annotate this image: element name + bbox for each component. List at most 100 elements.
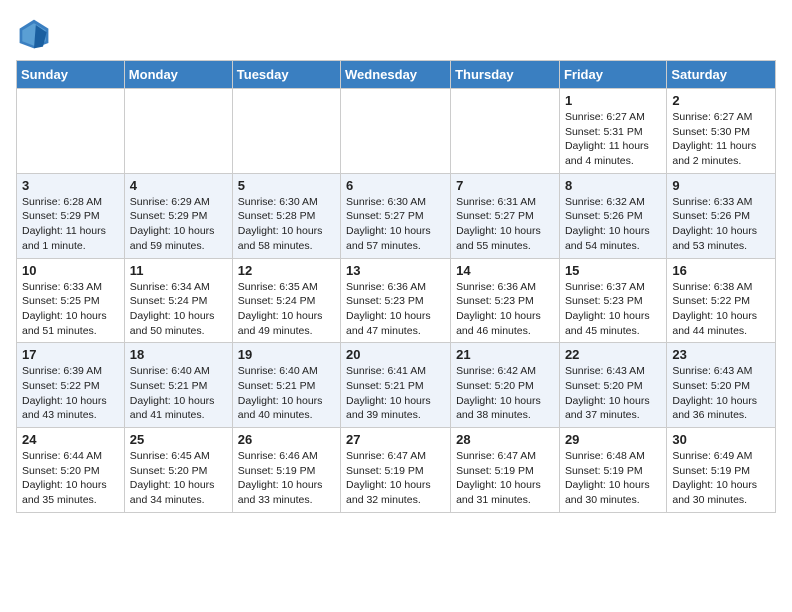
day-info: Sunrise: 6:47 AM Sunset: 5:19 PM Dayligh… bbox=[456, 449, 554, 508]
weekday-header-friday: Friday bbox=[559, 61, 666, 89]
day-number: 30 bbox=[672, 432, 770, 447]
day-info: Sunrise: 6:33 AM Sunset: 5:25 PM Dayligh… bbox=[22, 280, 119, 339]
calendar-cell: 23 Sunrise: 6:43 AM Sunset: 5:20 PM Dayli… bbox=[667, 343, 776, 428]
day-number: 29 bbox=[565, 432, 661, 447]
day-number: 26 bbox=[238, 432, 335, 447]
day-number: 27 bbox=[346, 432, 445, 447]
day-info: Sunrise: 6:30 AM Sunset: 5:28 PM Dayligh… bbox=[238, 195, 335, 254]
day-info: Sunrise: 6:49 AM Sunset: 5:19 PM Dayligh… bbox=[672, 449, 770, 508]
day-info: Sunrise: 6:29 AM Sunset: 5:29 PM Dayligh… bbox=[130, 195, 227, 254]
logo-icon bbox=[16, 16, 52, 52]
day-info: Sunrise: 6:32 AM Sunset: 5:26 PM Dayligh… bbox=[565, 195, 661, 254]
calendar-cell: 25Sunrise: 6:45 AM Sunset: 5:20 PM Dayli… bbox=[124, 428, 232, 513]
day-info: Sunrise: 6:47 AM Sunset: 5:19 PM Dayligh… bbox=[346, 449, 445, 508]
day-info: Sunrise: 6:37 AM Sunset: 5:23 PM Dayligh… bbox=[565, 280, 661, 339]
weekday-header-monday: Monday bbox=[124, 61, 232, 89]
day-info: Sunrise: 6:42 AM Sunset: 5:20 PM Dayligh… bbox=[456, 364, 554, 423]
day-number: 1 bbox=[565, 93, 661, 108]
day-number: 28 bbox=[456, 432, 554, 447]
day-info: Sunrise: 6:38 AM Sunset: 5:22 PM Dayligh… bbox=[672, 280, 770, 339]
day-info: Sunrise: 6:27 AM Sunset: 5:30 PM Dayligh… bbox=[672, 110, 770, 169]
calendar-cell: 17 Sunrise: 6:39 AM Sunset: 5:22 PM Dayli… bbox=[17, 343, 125, 428]
calendar-cell: 3 Sunrise: 6:28 AM Sunset: 5:29 PM Daylig… bbox=[17, 173, 125, 258]
day-number: 6 bbox=[346, 178, 445, 193]
calendar-cell bbox=[124, 89, 232, 174]
day-info: Sunrise: 6:45 AM Sunset: 5:20 PM Dayligh… bbox=[130, 449, 227, 508]
calendar-cell bbox=[232, 89, 340, 174]
day-number: 14 bbox=[456, 263, 554, 278]
day-number: 13 bbox=[346, 263, 445, 278]
calendar-cell: 29Sunrise: 6:48 AM Sunset: 5:19 PM Dayli… bbox=[559, 428, 666, 513]
calendar-cell: 12 Sunrise: 6:35 AM Sunset: 5:24 PM Dayli… bbox=[232, 258, 340, 343]
calendar-cell: 19Sunrise: 6:40 AM Sunset: 5:21 PM Dayli… bbox=[232, 343, 340, 428]
day-number: 10 bbox=[22, 263, 119, 278]
day-number: 24 bbox=[22, 432, 119, 447]
day-info: Sunrise: 6:35 AM Sunset: 5:24 PM Dayligh… bbox=[238, 280, 335, 339]
calendar-cell: 14 Sunrise: 6:36 AM Sunset: 5:23 PM Dayli… bbox=[451, 258, 560, 343]
day-info: Sunrise: 6:27 AM Sunset: 5:31 PM Dayligh… bbox=[565, 110, 661, 169]
day-info: Sunrise: 6:46 AM Sunset: 5:19 PM Dayligh… bbox=[238, 449, 335, 508]
calendar-cell: 11 Sunrise: 6:34 AM Sunset: 5:24 PM Dayli… bbox=[124, 258, 232, 343]
day-info: Sunrise: 6:31 AM Sunset: 5:27 PM Dayligh… bbox=[456, 195, 554, 254]
day-number: 5 bbox=[238, 178, 335, 193]
day-info: Sunrise: 6:44 AM Sunset: 5:20 PM Dayligh… bbox=[22, 449, 119, 508]
day-info: Sunrise: 6:36 AM Sunset: 5:23 PM Dayligh… bbox=[346, 280, 445, 339]
day-info: Sunrise: 6:36 AM Sunset: 5:23 PM Dayligh… bbox=[456, 280, 554, 339]
calendar-cell: 2 Sunrise: 6:27 AM Sunset: 5:30 PM Daylig… bbox=[667, 89, 776, 174]
day-number: 12 bbox=[238, 263, 335, 278]
day-number: 23 bbox=[672, 347, 770, 362]
day-info: Sunrise: 6:41 AM Sunset: 5:21 PM Dayligh… bbox=[346, 364, 445, 423]
day-number: 22 bbox=[565, 347, 661, 362]
calendar-cell: 15 Sunrise: 6:37 AM Sunset: 5:23 PM Dayli… bbox=[559, 258, 666, 343]
day-number: 20 bbox=[346, 347, 445, 362]
calendar-cell: 5 Sunrise: 6:30 AM Sunset: 5:28 PM Daylig… bbox=[232, 173, 340, 258]
calendar-cell: 24 Sunrise: 6:44 AM Sunset: 5:20 PM Dayli… bbox=[17, 428, 125, 513]
calendar-cell bbox=[451, 89, 560, 174]
calendar-cell: 20 Sunrise: 6:41 AM Sunset: 5:21 PM Dayli… bbox=[341, 343, 451, 428]
day-info: Sunrise: 6:33 AM Sunset: 5:26 PM Dayligh… bbox=[672, 195, 770, 254]
calendar-cell: 27 Sunrise: 6:47 AM Sunset: 5:19 PM Dayli… bbox=[341, 428, 451, 513]
logo bbox=[16, 16, 56, 52]
day-number: 21 bbox=[456, 347, 554, 362]
calendar-table: SundayMondayTuesdayWednesdayThursdayFrid… bbox=[16, 60, 776, 513]
day-info: Sunrise: 6:30 AM Sunset: 5:27 PM Dayligh… bbox=[346, 195, 445, 254]
calendar-cell bbox=[341, 89, 451, 174]
day-number: 17 bbox=[22, 347, 119, 362]
weekday-header-wednesday: Wednesday bbox=[341, 61, 451, 89]
calendar-cell: 22 Sunrise: 6:43 AM Sunset: 5:20 PM Dayli… bbox=[559, 343, 666, 428]
day-info: Sunrise: 6:39 AM Sunset: 5:22 PM Dayligh… bbox=[22, 364, 119, 423]
calendar-cell: 30 Sunrise: 6:49 AM Sunset: 5:19 PM Dayli… bbox=[667, 428, 776, 513]
calendar-cell: 8 Sunrise: 6:32 AM Sunset: 5:26 PM Daylig… bbox=[559, 173, 666, 258]
day-number: 2 bbox=[672, 93, 770, 108]
calendar-cell: 21 Sunrise: 6:42 AM Sunset: 5:20 PM Dayli… bbox=[451, 343, 560, 428]
calendar-cell: 7Sunrise: 6:31 AM Sunset: 5:27 PM Daylig… bbox=[451, 173, 560, 258]
calendar-cell: 6 Sunrise: 6:30 AM Sunset: 5:27 PM Daylig… bbox=[341, 173, 451, 258]
day-number: 3 bbox=[22, 178, 119, 193]
calendar-cell: 26 Sunrise: 6:46 AM Sunset: 5:19 PM Dayli… bbox=[232, 428, 340, 513]
page-header bbox=[16, 16, 776, 52]
day-info: Sunrise: 6:40 AM Sunset: 5:21 PM Dayligh… bbox=[238, 364, 335, 423]
calendar-cell: 28 Sunrise: 6:47 AM Sunset: 5:19 PM Dayli… bbox=[451, 428, 560, 513]
weekday-header-thursday: Thursday bbox=[451, 61, 560, 89]
calendar-cell: 10 Sunrise: 6:33 AM Sunset: 5:25 PM Dayli… bbox=[17, 258, 125, 343]
weekday-header-tuesday: Tuesday bbox=[232, 61, 340, 89]
calendar-cell: 9 Sunrise: 6:33 AM Sunset: 5:26 PM Daylig… bbox=[667, 173, 776, 258]
calendar-cell: 4 Sunrise: 6:29 AM Sunset: 5:29 PM Daylig… bbox=[124, 173, 232, 258]
day-info: Sunrise: 6:43 AM Sunset: 5:20 PM Dayligh… bbox=[672, 364, 770, 423]
day-number: 15 bbox=[565, 263, 661, 278]
day-number: 11 bbox=[130, 263, 227, 278]
day-info: Sunrise: 6:43 AM Sunset: 5:20 PM Dayligh… bbox=[565, 364, 661, 423]
day-info: Sunrise: 6:40 AM Sunset: 5:21 PM Dayligh… bbox=[130, 364, 227, 423]
day-info: Sunrise: 6:34 AM Sunset: 5:24 PM Dayligh… bbox=[130, 280, 227, 339]
day-number: 9 bbox=[672, 178, 770, 193]
day-number: 8 bbox=[565, 178, 661, 193]
calendar-cell: 18 Sunrise: 6:40 AM Sunset: 5:21 PM Dayli… bbox=[124, 343, 232, 428]
calendar-cell bbox=[17, 89, 125, 174]
calendar-cell: 16Sunrise: 6:38 AM Sunset: 5:22 PM Dayli… bbox=[667, 258, 776, 343]
weekday-header-sunday: Sunday bbox=[17, 61, 125, 89]
day-number: 4 bbox=[130, 178, 227, 193]
day-number: 18 bbox=[130, 347, 227, 362]
day-info: Sunrise: 6:28 AM Sunset: 5:29 PM Dayligh… bbox=[22, 195, 119, 254]
calendar-cell: 1 Sunrise: 6:27 AM Sunset: 5:31 PM Daylig… bbox=[559, 89, 666, 174]
calendar-cell: 13 Sunrise: 6:36 AM Sunset: 5:23 PM Dayli… bbox=[341, 258, 451, 343]
